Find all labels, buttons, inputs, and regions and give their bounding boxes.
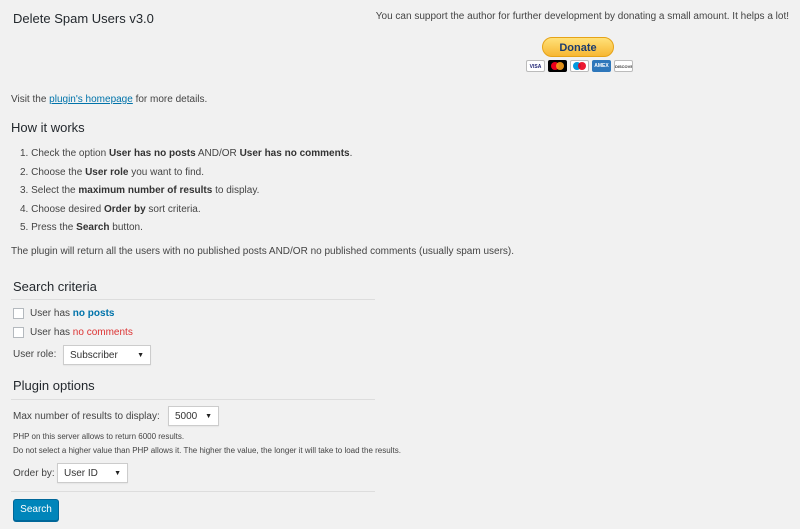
payment-cards: VISA AMEX DISCOVER: [526, 60, 633, 72]
search-criteria-divider: [11, 299, 375, 300]
search-criteria-heading: Search criteria: [13, 279, 97, 294]
no-posts-label: User has no posts: [30, 308, 115, 319]
no-comments-checkbox[interactable]: [13, 327, 24, 338]
no-posts-option[interactable]: User has no posts: [13, 308, 114, 319]
max-results-label: Max number of results to display:: [13, 411, 160, 422]
visit-homepage-text: Visit the plugin's homepage for more det…: [11, 94, 207, 105]
amex-card-icon: AMEX: [592, 60, 611, 72]
how-it-works-heading: How it works: [11, 120, 85, 135]
step-item: 1. Check the option User has no posts AN…: [20, 148, 353, 159]
chevron-down-icon: ▼: [205, 412, 212, 420]
plugin-homepage-link[interactable]: plugin's homepage: [49, 94, 133, 105]
support-text: You can support the author for further d…: [375, 11, 789, 22]
user-role-label: User role:: [13, 349, 57, 360]
chevron-down-icon: ▼: [137, 351, 144, 359]
search-button[interactable]: Search: [13, 499, 59, 521]
step-item: 3. Select the maximum number of results …: [20, 185, 260, 196]
visa-card-icon: VISA: [526, 60, 545, 72]
user-role-value: Subscriber: [70, 349, 118, 361]
max-results-select[interactable]: 5000 ▼: [168, 406, 219, 426]
no-posts-checkbox[interactable]: [13, 308, 24, 319]
chevron-down-icon: ▼: [114, 469, 121, 477]
order-by-label: Order by:: [13, 468, 55, 479]
discover-card-icon: DISCOVER: [614, 60, 633, 72]
no-comments-option[interactable]: User has no comments: [13, 327, 133, 338]
how-it-works-steps: 1. Check the option User has no posts AN…: [20, 147, 352, 240]
plugin-options-heading: Plugin options: [13, 378, 95, 393]
plugin-return-text: The plugin will return all the users wit…: [11, 246, 515, 257]
no-comments-label: User has no comments: [30, 327, 133, 338]
visit-prefix: Visit the: [11, 94, 47, 105]
donate-button[interactable]: Donate: [542, 37, 614, 57]
php-limit-note: PHP on this server allows to return 6000…: [13, 432, 185, 441]
options-bottom-divider: [11, 491, 375, 492]
mastercard-icon: [548, 60, 567, 72]
higher-value-warning: Do not select a higher value than PHP al…: [13, 446, 401, 455]
maestro-icon: [570, 60, 589, 72]
step-item: 5. Press the Search button.: [20, 222, 143, 233]
user-role-select[interactable]: Subscriber ▼: [63, 345, 151, 365]
visit-suffix: for more details.: [135, 94, 208, 105]
max-results-value: 5000: [175, 410, 198, 422]
step-item: 2. Choose the User role you want to find…: [20, 166, 205, 178]
step-item: 4. Choose desired Order by sort criteria…: [20, 203, 201, 215]
order-by-value: User ID: [64, 467, 98, 479]
page-title: Delete Spam Users v3.0: [13, 11, 154, 26]
order-by-select[interactable]: User ID ▼: [57, 463, 128, 483]
plugin-options-divider: [11, 399, 375, 400]
